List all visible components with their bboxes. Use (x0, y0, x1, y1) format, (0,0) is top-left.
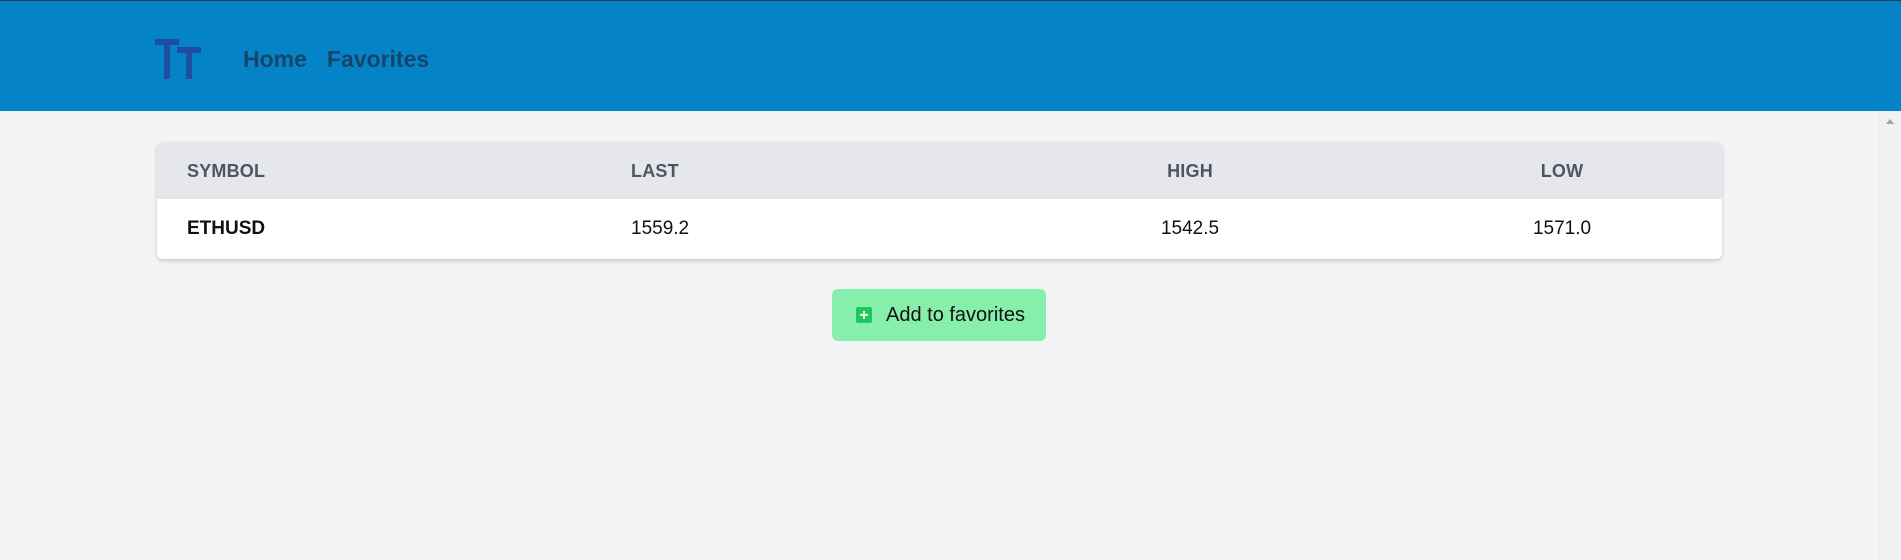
column-header-last: LAST (631, 161, 679, 181)
top-navbar: Home Favorites (0, 1, 1901, 111)
add-to-favorites-label: Add to favorites (886, 303, 1025, 326)
cell-high: 1542.5 (1160, 218, 1220, 239)
tt-logo-icon[interactable] (155, 37, 205, 83)
column-header-high: HIGH (1167, 161, 1213, 181)
quotes-table: SYMBOL LAST HIGH LOW ETHUSD 1559.2 1542.… (157, 142, 1722, 259)
plus-square-icon (856, 307, 872, 323)
main-content: SYMBOL LAST HIGH LOW ETHUSD 1559.2 1542.… (0, 111, 1878, 560)
cell-low: 1571.0 (1532, 218, 1592, 239)
scroll-up-arrow-icon[interactable] (1886, 119, 1894, 124)
main-nav: Home Favorites (243, 44, 429, 74)
cell-symbol: ETHUSD (187, 218, 266, 239)
column-header-low: LOW (1540, 161, 1584, 181)
column-header-symbol: SYMBOL (187, 161, 266, 181)
nav-favorites-link[interactable]: Favorites (327, 44, 429, 74)
table-row[interactable]: ETHUSD 1559.2 1542.5 1571.0 (157, 199, 1722, 259)
cell-last: 1559.2 (631, 218, 690, 239)
vertical-scrollbar[interactable] (1878, 111, 1901, 560)
table-header-row: SYMBOL LAST HIGH LOW (157, 142, 1722, 199)
nav-home-link[interactable]: Home (243, 44, 307, 74)
add-to-favorites-button[interactable]: Add to favorites (832, 289, 1046, 341)
